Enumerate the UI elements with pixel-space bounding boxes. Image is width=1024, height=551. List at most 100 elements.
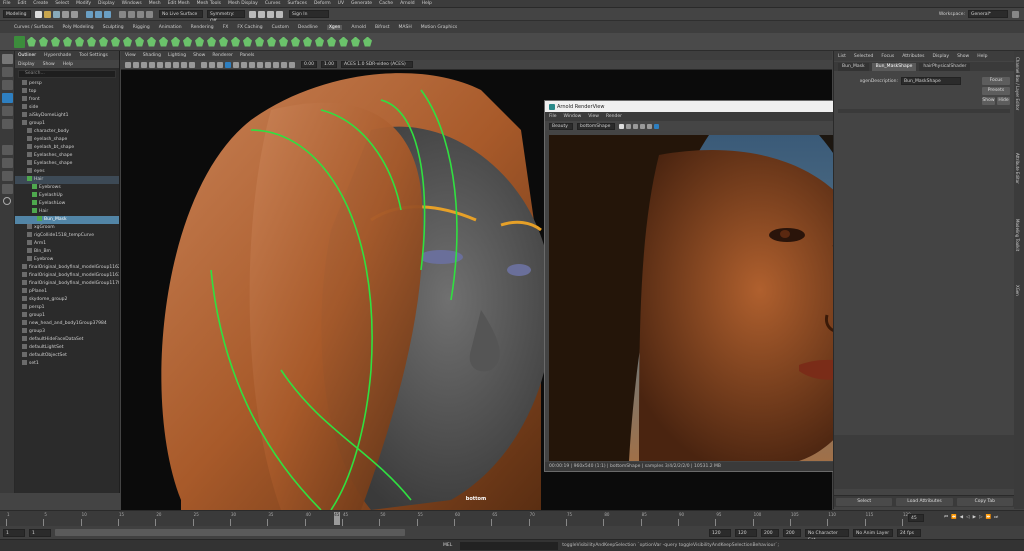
- viewport-menu-shading[interactable]: Shading: [143, 53, 161, 58]
- range-inner-end-field[interactable]: 120: [709, 528, 731, 537]
- renderview-menu-window[interactable]: Window: [564, 114, 582, 119]
- shelf-tab-sculpting[interactable]: Sculpting: [103, 25, 124, 30]
- script-language-label[interactable]: MEL: [443, 543, 452, 548]
- outliner-item[interactable]: character_body: [15, 128, 119, 136]
- crop-icon[interactable]: [647, 123, 652, 129]
- xgen-fx-icon[interactable]: [363, 36, 372, 47]
- shelf-tab-bifrost[interactable]: Bifrost: [375, 25, 390, 30]
- xgen-move-guide-icon[interactable]: [87, 36, 96, 47]
- fps-dropdown[interactable]: 24 fps: [897, 528, 921, 537]
- outliner-item[interactable]: group3: [15, 328, 119, 336]
- range-end-field[interactable]: 120: [735, 528, 757, 537]
- current-frame-field[interactable]: 45: [908, 514, 924, 522]
- outliner-item[interactable]: Bun_Mask: [15, 216, 119, 224]
- menu-edit[interactable]: Edit: [18, 1, 27, 6]
- xgen-flip-icon[interactable]: [135, 36, 144, 47]
- select-hierarchy-icon[interactable]: [86, 10, 93, 18]
- attribute-section-header[interactable]: [838, 109, 1010, 113]
- color-correct-icon[interactable]: [654, 123, 659, 129]
- menu-curves[interactable]: Curves: [265, 1, 281, 6]
- select-object-icon[interactable]: [95, 10, 102, 18]
- xgen-modifier-icon[interactable]: [351, 36, 360, 47]
- step-back-key-icon[interactable]: ⏪: [951, 515, 957, 520]
- exposure-field[interactable]: 0.00: [301, 61, 317, 68]
- notes-area[interactable]: [834, 435, 1015, 489]
- outliner-item[interactable]: group1: [15, 312, 119, 320]
- xgen-region-icon[interactable]: [255, 36, 264, 47]
- shelf-tab-motion-graphics[interactable]: Motion Graphics: [421, 25, 458, 30]
- outliner-item[interactable]: new_head_and_body1Group37984: [15, 320, 119, 328]
- shelf-tab-xgen[interactable]: Xgen: [326, 24, 343, 30]
- menu-deform[interactable]: Deform: [314, 1, 331, 6]
- aov-dropdown[interactable]: Beauty: [549, 122, 573, 130]
- xgen-cut-icon[interactable]: [219, 36, 228, 47]
- undo-icon[interactable]: [62, 10, 69, 18]
- show-button[interactable]: Show: [982, 97, 995, 105]
- xgen-curves-to-guides-icon[interactable]: [339, 36, 348, 47]
- outliner-layout-icon[interactable]: [2, 171, 13, 181]
- presets-button[interactable]: Presets: [982, 87, 1010, 95]
- node-tab-hairphysicalshader[interactable]: hairPhysicalShader: [919, 62, 971, 71]
- xgen-convert-icon[interactable]: [291, 36, 300, 47]
- shelf-tab-curves-surfaces[interactable]: Curves / Surfaces: [14, 25, 54, 30]
- step-forward-key-icon[interactable]: ⏩: [986, 515, 992, 520]
- image-plane-icon[interactable]: [149, 61, 155, 68]
- redo-icon[interactable]: [71, 10, 78, 18]
- outliner-item[interactable]: finalOriginal_bodyfinal_modelGroup1170: [15, 280, 119, 288]
- anti-aliasing-icon[interactable]: [265, 61, 271, 68]
- outliner-item[interactable]: finalOriginal_bodyfinal_modelGroup1163: [15, 272, 119, 280]
- new-scene-icon[interactable]: [35, 10, 42, 18]
- xgen-interactive-groom-icon[interactable]: [279, 36, 288, 47]
- menu-create[interactable]: Create: [33, 1, 48, 6]
- menu-file[interactable]: File: [3, 1, 11, 6]
- outliner-item[interactable]: eyelash_shape: [15, 136, 119, 144]
- outliner-item[interactable]: Arm1: [15, 240, 119, 248]
- outliner-item[interactable]: Eyebrows: [15, 184, 119, 192]
- outliner-item[interactable]: Bln_Bm: [15, 248, 119, 256]
- xgen-noise-icon[interactable]: [207, 36, 216, 47]
- outliner-item[interactable]: set1: [15, 360, 119, 368]
- single-view-icon[interactable]: [2, 145, 13, 155]
- outliner-item[interactable]: skydome_group2: [15, 296, 119, 304]
- smooth-shade-icon[interactable]: [209, 61, 215, 68]
- play-backwards-icon[interactable]: ◁: [966, 515, 969, 520]
- render-settings-icon[interactable]: [267, 10, 274, 18]
- shelf-tab-rigging[interactable]: Rigging: [133, 25, 150, 30]
- shelf-tab-fx[interactable]: FX: [223, 25, 229, 30]
- live-surface-field[interactable]: No Live Surface: [159, 10, 203, 18]
- lasso-tool-icon[interactable]: [2, 67, 13, 77]
- motion-blur-icon[interactable]: [257, 61, 263, 68]
- workspace-dropdown[interactable]: General*: [968, 10, 1008, 18]
- current-frame-marker[interactable]: 45: [334, 512, 341, 525]
- xgen-length-icon[interactable]: [99, 36, 108, 47]
- shelf-tab-poly-modeling[interactable]: Poly Modeling: [63, 25, 94, 30]
- xgen-cache-icon[interactable]: [303, 36, 312, 47]
- menu-uv[interactable]: UV: [338, 1, 344, 6]
- hide-button[interactable]: Hide: [997, 97, 1010, 105]
- outliner-item[interactable]: Eyelashes_shape: [15, 152, 119, 160]
- outliner-item[interactable]: Eyelashes_shape: [15, 160, 119, 168]
- outliner-tab-tool-settings[interactable]: Tool Settings: [79, 53, 108, 58]
- bookmark-icon[interactable]: [141, 61, 147, 68]
- go-to-start-icon[interactable]: ⏮: [944, 514, 948, 520]
- ambient-occlusion-icon[interactable]: [249, 61, 255, 68]
- viewport-menu-show[interactable]: Show: [193, 53, 205, 58]
- viewport-menu-lighting[interactable]: Lighting: [168, 53, 186, 58]
- time-slider[interactable]: 1 5 10 15 20 25 30 35 40 45 50 55 60 65 70 75 80 85 90 95 10…: [0, 510, 1024, 526]
- menu-generate[interactable]: Generate: [351, 1, 372, 6]
- playback-end-field[interactable]: 200: [761, 528, 779, 537]
- menu-arnold[interactable]: Arnold: [400, 1, 415, 6]
- outliner-search-input[interactable]: Search...: [18, 70, 116, 78]
- attr-menu-show[interactable]: Show: [957, 54, 969, 59]
- copy-tab-button[interactable]: Copy Tab: [956, 497, 1013, 506]
- select-component-icon[interactable]: [104, 10, 111, 18]
- outliner-menu-help[interactable]: Help: [63, 62, 73, 67]
- xgen-collision-icon[interactable]: [267, 36, 276, 47]
- xray-icon[interactable]: [289, 61, 295, 68]
- renderview-menu-view[interactable]: View: [588, 114, 599, 119]
- character-set-dropdown[interactable]: No Character Set: [805, 528, 849, 543]
- scale-tool-icon[interactable]: [2, 119, 13, 129]
- outliner-tab-outliner[interactable]: Outliner: [18, 53, 36, 58]
- xgen-guides-to-curves-icon[interactable]: [327, 36, 336, 47]
- renderview-menu-file[interactable]: File: [549, 114, 557, 119]
